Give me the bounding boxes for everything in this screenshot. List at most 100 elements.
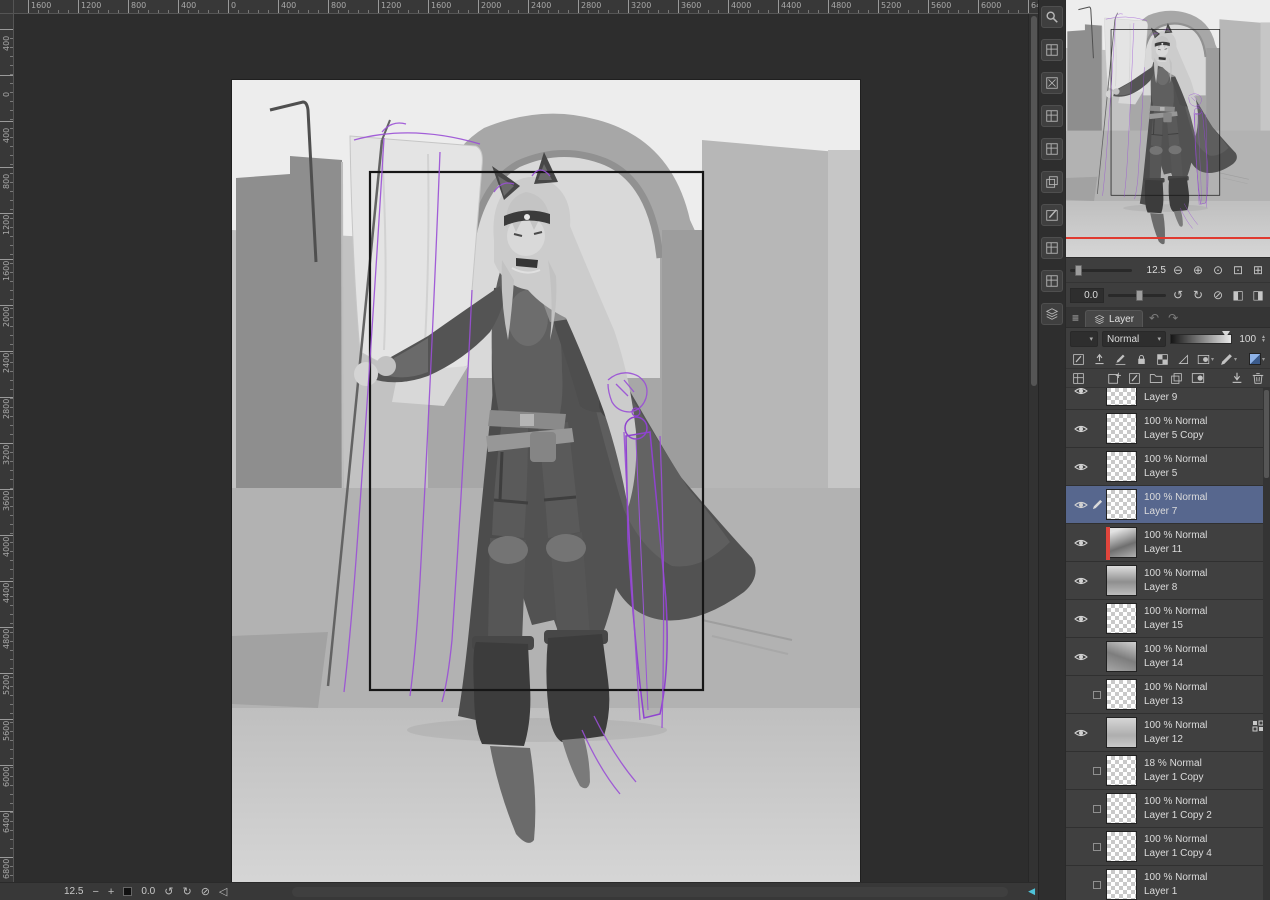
visibility-toggle[interactable] [1072,766,1090,776]
zoom-reset-button[interactable]: ⊙ [1210,262,1226,278]
rotation-value[interactable]: 0.0 [141,886,155,897]
opacity-slider[interactable] [1170,334,1232,344]
layer-name[interactable]: Layer 15 [1144,619,1261,633]
palette-menu-icon[interactable]: ≡ [1072,311,1079,325]
blend-mode-dropdown[interactable]: Normal▾ [1102,331,1166,347]
lock-layer-icon[interactable] [1134,352,1149,367]
visibility-toggle[interactable] [1072,500,1090,510]
extract-up-icon[interactable] [1092,352,1107,367]
layer-list[interactable]: 100 % Normal Layer 9 100 % Normal Layer … [1066,388,1270,900]
layer-row[interactable]: 100 % Normal Layer 11 [1066,524,1270,562]
fit-to-screen-button[interactable]: ⊡ [1230,262,1246,278]
opacity-slider-thumb[interactable] [1222,331,1230,337]
zoom-slider[interactable] [1070,269,1132,272]
rotation-slider-thumb[interactable] [1136,290,1143,301]
flip-horizontal-button[interactable]: ◧ [1230,287,1246,303]
layer-redo-icon[interactable]: ↷ [1168,311,1178,325]
dock-grid-icon-1[interactable] [1041,39,1063,61]
dock-grid-icon-3[interactable] [1041,138,1063,160]
layer-row[interactable]: 100 % Normal Layer 13 [1066,676,1270,714]
visibility-toggle[interactable] [1072,614,1090,624]
new-vector-layer-button[interactable] [1127,371,1142,386]
actual-size-button[interactable]: ⊞ [1250,262,1266,278]
layer-thumbnail[interactable] [1106,413,1137,444]
layer-thumbnail[interactable] [1106,755,1137,786]
dock-xsquare-icon[interactable] [1041,72,1063,94]
layer-row[interactable]: 100 % Normal Layer 5 [1066,448,1270,486]
layer-list-scrollbar[interactable] [1263,388,1270,900]
layer-name[interactable]: Layer 12 [1144,733,1261,747]
layer-thumbnail[interactable] [1106,641,1137,672]
layer-color-dropdown[interactable]: ▾ [1249,353,1265,365]
dock-grid-icon-4[interactable] [1041,237,1063,259]
layer-name[interactable]: Layer 9 [1144,391,1261,405]
layer-name[interactable]: Layer 1 [1144,885,1261,899]
rotate-left-button[interactable]: ↺ [1170,287,1186,303]
navigator-zoom-value[interactable]: 12.5 [1136,265,1166,276]
layer-mask-button[interactable] [1190,371,1205,386]
dock-layers-icon[interactable] [1041,303,1063,325]
layer-thumbnail[interactable] [1106,451,1137,482]
layer-row[interactable]: 100 % Normal Layer 1 [1066,866,1270,900]
new-layer-button[interactable] [1106,371,1121,386]
layer-row[interactable]: 100 % Normal Layer 1 Copy 4 [1066,828,1270,866]
tab-layer[interactable]: Layer [1085,310,1143,327]
dock-grid-icon-2[interactable] [1041,105,1063,127]
zoom-value[interactable]: 12.5 [64,886,83,897]
flip-view-button[interactable]: ◁ [219,884,227,900]
vertical-scrollbar-thumb[interactable] [1031,16,1037,386]
rotate-left-button[interactable]: ↺ [164,884,173,900]
visibility-toggle[interactable] [1072,576,1090,586]
lock-transparency-icon[interactable] [1155,352,1170,367]
ruler-icon[interactable] [1176,352,1191,367]
dock-magnifier-icon[interactable] [1041,6,1063,28]
zoom-slider-thumb[interactable] [1075,265,1082,276]
canvas-color-swatch[interactable] [123,887,132,896]
mask-display-dropdown[interactable]: ▾ [1197,353,1214,366]
canvas-page[interactable] [232,80,860,882]
reset-view-button[interactable]: ⊘ [201,884,210,900]
scroll-left-arrow-icon[interactable]: ◀ [1028,886,1035,897]
layer-thumbnail[interactable] [1106,869,1137,900]
layer-name[interactable]: Layer 1 Copy 4 [1144,847,1261,861]
navigator-rotation-value[interactable]: 0.0 [1070,288,1104,303]
layer-thumbnail[interactable] [1106,489,1137,520]
layer-filter-dropdown[interactable]: ▾ [1070,331,1098,347]
layer-name[interactable]: Layer 7 [1144,505,1261,519]
layer-thumbnail[interactable] [1106,717,1137,748]
layer-thumbnail[interactable] [1106,527,1137,558]
visibility-toggle[interactable] [1072,462,1090,472]
layer-row[interactable]: 100 % Normal Layer 5 Copy [1066,410,1270,448]
opacity-spinner[interactable]: ▲▼ [1261,335,1266,343]
zoom-in-button[interactable]: + [108,884,114,900]
visibility-toggle[interactable] [1072,842,1090,852]
layer-thumbnail[interactable] [1106,679,1137,710]
layer-name[interactable]: Layer 5 Copy [1144,429,1261,443]
zoom-in-button[interactable]: ⊕ [1190,262,1206,278]
horizontal-scrollbar-thumb[interactable] [292,887,1008,897]
layer-undo-icon[interactable]: ↶ [1149,311,1159,325]
layer-name[interactable]: Layer 1 Copy [1144,771,1261,785]
layer-thumbnail[interactable] [1106,388,1137,406]
dock-copy-icon[interactable] [1041,171,1063,193]
layer-row[interactable]: 100 % Normal Layer 9 [1066,388,1270,410]
merge-down-button[interactable] [1229,371,1244,386]
rotate-reset-button[interactable]: ⊘ [1210,287,1226,303]
visibility-toggle[interactable] [1072,424,1090,434]
rotate-right-button[interactable]: ↻ [1190,287,1206,303]
layer-row[interactable]: 100 % Normal Layer 15 [1066,600,1270,638]
zoom-out-button[interactable]: ⊖ [1170,262,1186,278]
zoom-out-button[interactable]: − [92,884,98,900]
layer-thumbnail[interactable] [1106,565,1137,596]
dock-edit-icon[interactable] [1041,204,1063,226]
canvas-viewport[interactable] [14,14,1028,882]
layer-row[interactable]: 100 % Normal Layer 8 [1066,562,1270,600]
visibility-toggle[interactable] [1072,388,1090,396]
layer-thumbnail[interactable] [1106,831,1137,862]
delete-layer-button[interactable] [1250,371,1265,386]
layer-row[interactable]: 18 % Normal Layer 1 Copy [1066,752,1270,790]
layer-name[interactable]: Layer 5 [1144,467,1261,481]
navigator-preview[interactable] [1066,0,1270,258]
visibility-toggle[interactable] [1072,538,1090,548]
draft-pen-icon[interactable] [1071,352,1086,367]
